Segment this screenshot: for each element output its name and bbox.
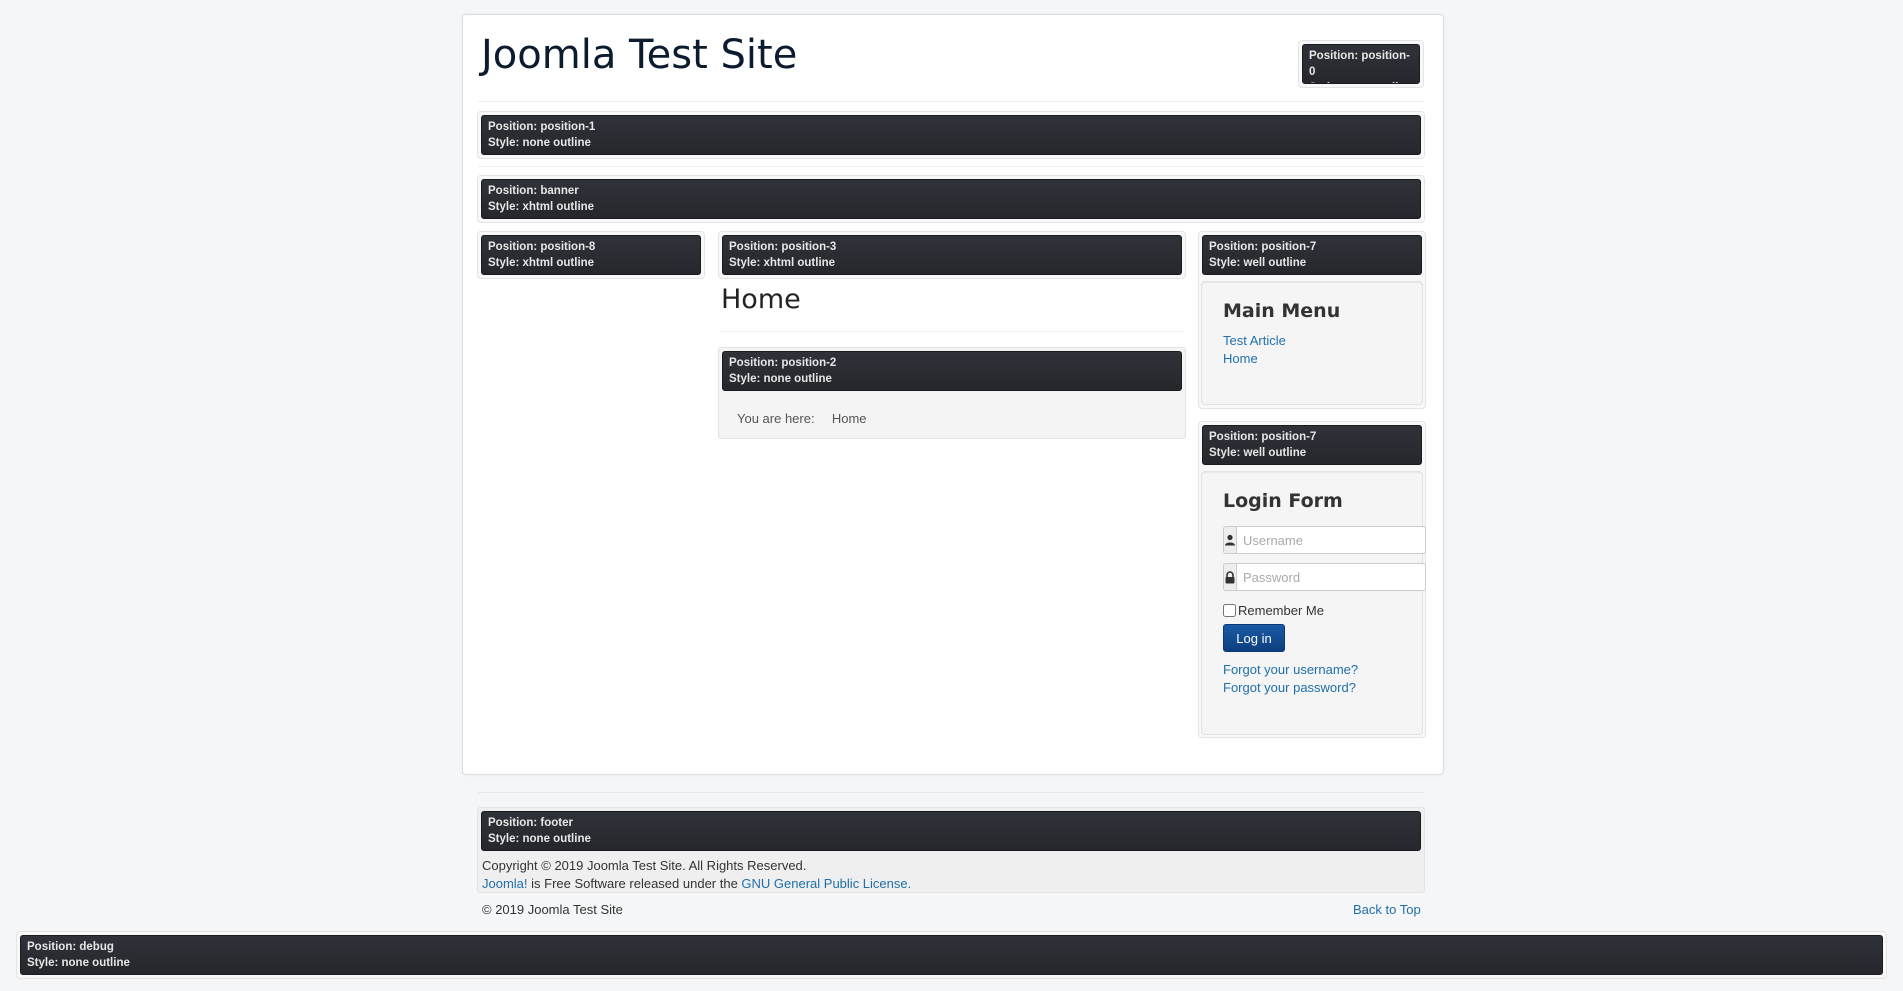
username-input[interactable]	[1236, 526, 1426, 554]
position-name: Position: position-2	[729, 357, 837, 369]
login-form-title: Login Form	[1223, 490, 1343, 512]
position-style: Style: none outline	[27, 957, 130, 969]
position-name: Position: footer	[488, 817, 573, 829]
module-position-3: Position: position-3 Style: xhtml outlin…	[718, 231, 1186, 279]
module-debug: Position: debug Style: none outline	[16, 931, 1887, 979]
user-icon	[1223, 526, 1236, 554]
position-style: Style: none outline	[729, 373, 832, 385]
remember-me-checkbox[interactable]	[1223, 604, 1236, 617]
position-style: Style: xhtml outline	[488, 201, 595, 213]
position-style: Style: none outline	[488, 137, 591, 149]
header-divider	[478, 101, 1424, 102]
footer-divider	[478, 792, 1424, 793]
password-group	[1223, 563, 1426, 591]
login-button[interactable]: Log in	[1223, 624, 1285, 652]
position-name: Position: position-7	[1209, 431, 1317, 443]
login-form-well: Login Form Remember Me Log in Forgot you…	[1201, 471, 1426, 735]
position-style: Style: none outline	[1309, 80, 1413, 83]
position-7-label: Position: position-7 Style: well outline	[1202, 425, 1422, 465]
menu-item-home[interactable]: Home	[1223, 351, 1258, 366]
main-menu-well: Main Menu Test Article Home	[1201, 281, 1423, 405]
remember-me-row: Remember Me	[1223, 603, 1324, 618]
breadcrumb-current: Home	[831, 411, 867, 426]
position-style: Style: none outline	[488, 833, 591, 845]
position-name: Position: banner	[488, 185, 579, 197]
position-2-label: Position: position-2 Style: none outline	[722, 351, 1182, 391]
back-to-top-link[interactable]: Back to Top	[1353, 901, 1421, 919]
menu-item-test-article[interactable]: Test Article	[1223, 333, 1286, 348]
bottom-copyright: © 2019 Joomla Test Site	[482, 902, 623, 917]
page-heading: Home	[721, 284, 801, 315]
position-name: Position: position-1	[488, 121, 596, 133]
footer-copyright: Copyright © 2019 Joomla Test Site. All R…	[482, 857, 911, 893]
position-name: Position: position-3	[729, 241, 837, 253]
position-style: Style: well outline	[1209, 257, 1307, 269]
position-name: Position: position-7	[1209, 241, 1317, 253]
login-links: Forgot your username? Forgot your passwo…	[1223, 661, 1358, 697]
main-menu-title: Main Menu	[1223, 300, 1341, 322]
main-menu-list: Test Article Home	[1223, 332, 1286, 368]
module-banner: Position: banner Style: xhtml outline	[477, 175, 1425, 223]
heading-divider	[720, 331, 1184, 332]
module-position-0: Position: position-0 Style: none outline	[1298, 40, 1424, 88]
breadcrumb: You are here: Home	[737, 411, 867, 426]
position-7-label: Position: position-7 Style: well outline	[1202, 235, 1422, 275]
position-style: Style: xhtml outline	[488, 257, 595, 269]
banner-label: Position: banner Style: xhtml outline	[481, 179, 1421, 219]
position-style: Style: xhtml outline	[729, 257, 836, 269]
password-input[interactable]	[1236, 563, 1426, 591]
position-0-label: Position: position-0 Style: none outline	[1302, 44, 1420, 84]
footer-label: Position: footer Style: none outline	[481, 811, 1421, 851]
forgot-password-link[interactable]: Forgot your password?	[1223, 680, 1356, 695]
forgot-username-link[interactable]: Forgot your username?	[1223, 662, 1358, 677]
position-3-label: Position: position-3 Style: xhtml outlin…	[722, 235, 1182, 275]
divider	[478, 166, 1424, 167]
module-position-8: Position: position-8 Style: xhtml outlin…	[477, 231, 705, 279]
gnu-license-link[interactable]: GNU General Public License.	[741, 876, 911, 891]
position-8-label: Position: position-8 Style: xhtml outlin…	[481, 235, 701, 275]
position-style: Style: well outline	[1209, 447, 1307, 459]
position-1-label: Position: position-1 Style: none outline	[481, 115, 1421, 155]
copyright-text: Copyright © 2019 Joomla Test Site. All R…	[482, 858, 807, 873]
remember-me-label[interactable]: Remember Me	[1238, 603, 1324, 618]
breadcrumb-label: You are here:	[737, 411, 815, 426]
username-group	[1223, 526, 1426, 554]
position-name: Position: position-0	[1309, 50, 1410, 78]
site-title[interactable]: Joomla Test Site	[481, 32, 797, 78]
debug-label: Position: debug Style: none outline	[20, 935, 1883, 975]
free-software-text: is Free Software released under the	[527, 876, 742, 891]
module-position-1: Position: position-1 Style: none outline	[477, 111, 1425, 159]
position-name: Position: debug	[27, 941, 114, 953]
lock-icon	[1223, 563, 1236, 591]
position-name: Position: position-8	[488, 241, 596, 253]
license-line: Joomla! is Free Software released under …	[482, 875, 911, 893]
joomla-link[interactable]: Joomla!	[482, 876, 528, 891]
